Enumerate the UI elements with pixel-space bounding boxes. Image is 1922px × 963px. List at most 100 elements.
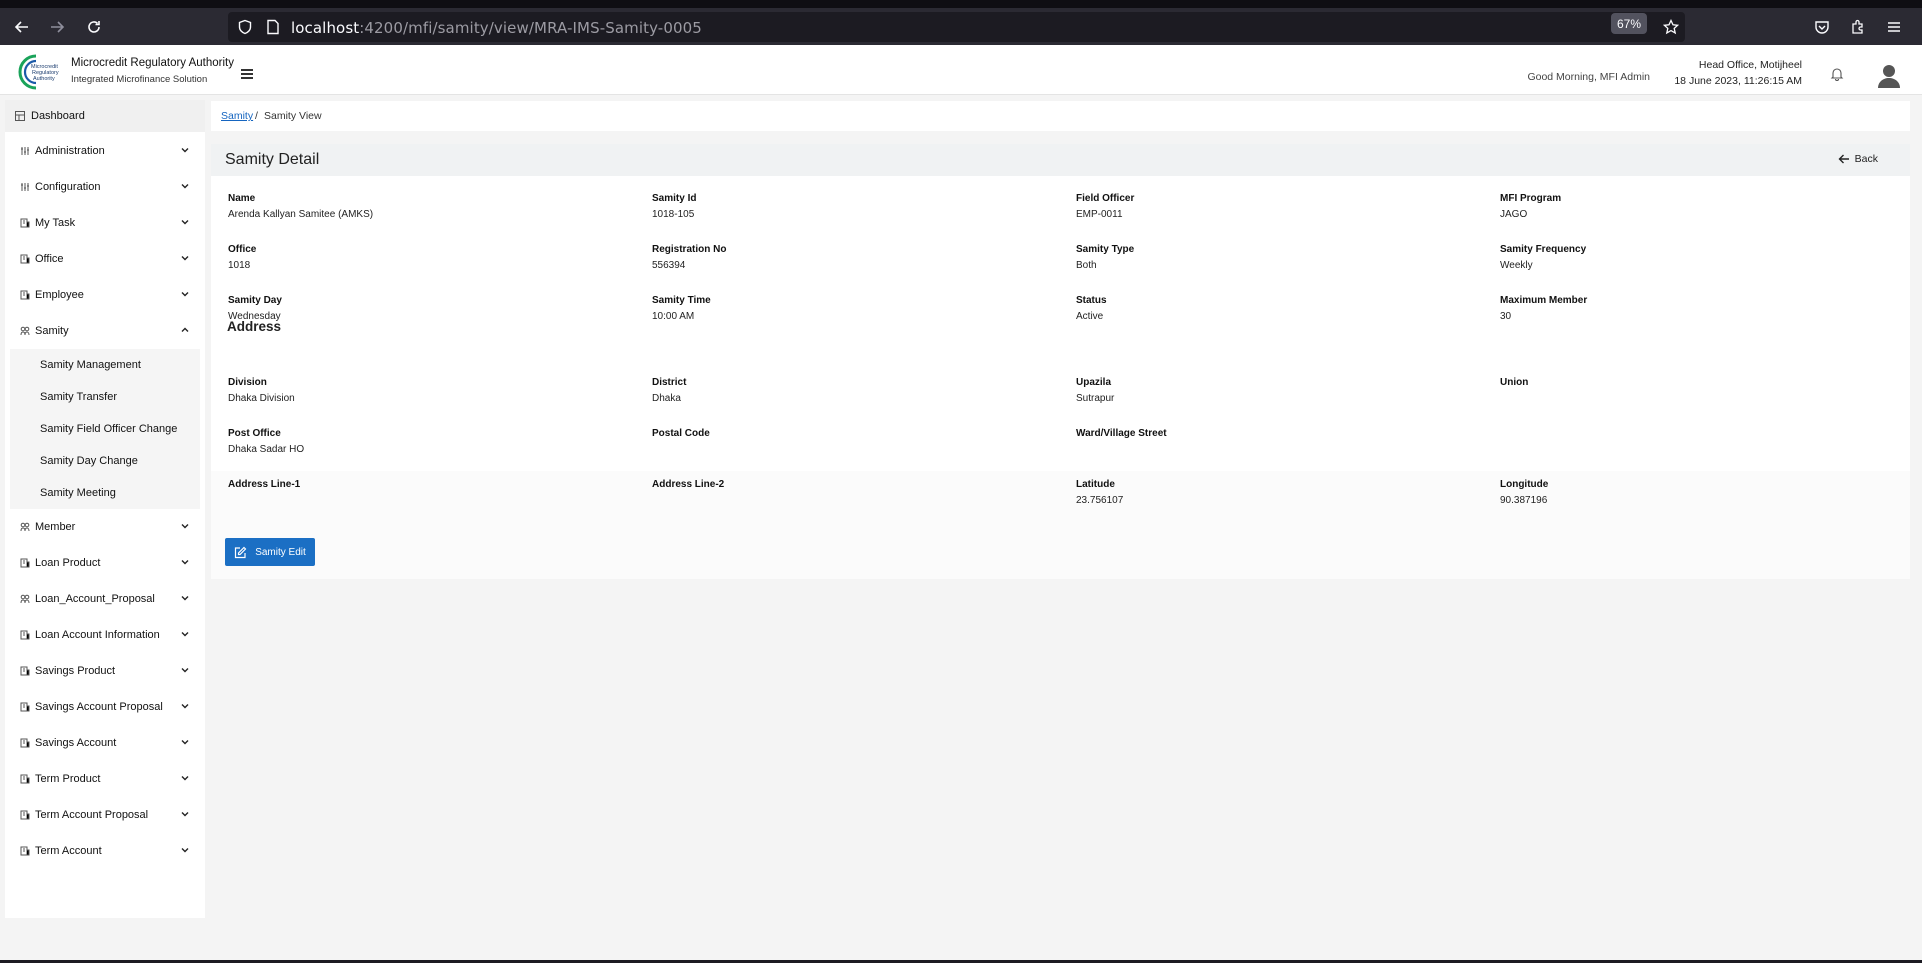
sidebar-item-term-account-proposal[interactable]: Term Account Proposal xyxy=(5,797,205,833)
field-ward-village-street: Ward/Village Street xyxy=(1076,428,1476,458)
field-value: EMP-0011 xyxy=(1076,209,1123,220)
user-avatar-icon[interactable] xyxy=(1876,62,1902,88)
extensions-icon[interactable] xyxy=(1845,14,1871,40)
pocket-icon[interactable] xyxy=(1809,14,1835,40)
building-icon xyxy=(20,254,30,264)
field-division: Division Dhaka Division xyxy=(228,377,628,407)
app-menu-icon[interactable] xyxy=(1881,14,1907,40)
field-maximum-member: Maximum Member 30 xyxy=(1500,295,1900,325)
org-subtitle: Integrated Microfinance Solution xyxy=(71,74,208,85)
field-label: Name xyxy=(228,193,256,204)
forward-arrow-icon[interactable] xyxy=(44,14,70,40)
chevron-down-icon xyxy=(181,560,189,565)
sidebar-item-label: Loan Product xyxy=(35,557,101,569)
sidebar-item-configuration[interactable]: Configuration xyxy=(5,169,205,205)
sidebar-item-term-product[interactable]: Term Product xyxy=(5,761,205,797)
field-value: 1018 xyxy=(228,260,251,271)
field-value xyxy=(228,495,628,509)
field-field-officer: Field Officer EMP-0011 xyxy=(1076,193,1476,223)
bookmark-star-icon[interactable] xyxy=(1658,14,1684,40)
back-button[interactable]: Back xyxy=(1838,153,1878,165)
field-value: 30 xyxy=(1500,311,1512,322)
breadcrumb-link-samity[interactable]: Samity xyxy=(221,110,253,122)
sidebar-item-loan-product[interactable]: Loan Product xyxy=(5,545,205,581)
field-label: Status xyxy=(1076,295,1107,306)
field-name: Name Arenda Kallyan Samitee (AMKS) xyxy=(228,193,628,223)
address-bar[interactable]: localhost:4200/mfi/samity/view/MRA-IMS-S… xyxy=(228,12,1685,42)
field-value: Both xyxy=(1076,260,1097,271)
field-label: Samity Type xyxy=(1076,244,1135,255)
samity-submenu: Samity Management Samity Transfer Samity… xyxy=(10,349,200,509)
back-arrow-icon[interactable] xyxy=(9,14,35,40)
sidebar-subitem-samity-meeting[interactable]: Samity Meeting xyxy=(10,477,200,509)
sidebar-item-savings-account[interactable]: Savings Account xyxy=(5,725,205,761)
chevron-up-icon xyxy=(181,327,189,332)
field-value: Arenda Kallyan Samitee (AMKS) xyxy=(228,209,374,220)
field-label: MFI Program xyxy=(1500,193,1562,204)
sidebar-item-samity[interactable]: Samity xyxy=(5,313,205,349)
notification-bell-icon[interactable] xyxy=(1830,67,1844,86)
sidebar-item-administration[interactable]: Administration xyxy=(5,133,205,169)
shield-icon[interactable] xyxy=(232,14,258,40)
org-name: Microcredit Regulatory Authority xyxy=(71,57,234,69)
field-value xyxy=(1076,444,1476,458)
building-icon xyxy=(20,630,30,640)
sidebar-subitem-samity-day-change[interactable]: Samity Day Change xyxy=(10,445,200,477)
field-value: Dhaka xyxy=(652,393,681,404)
field-label: Samity Time xyxy=(652,295,711,306)
samity-edit-button[interactable]: Samity Edit xyxy=(225,538,315,566)
sidebar-item-label: Dashboard xyxy=(31,110,85,122)
field-label: Postal Code xyxy=(652,428,710,439)
sidebar-item-loan-account-proposal[interactable]: Loan_Account_Proposal xyxy=(5,581,205,617)
group-icon xyxy=(20,522,30,532)
field-label: Office xyxy=(228,244,257,255)
sidebar-subitem-samity-field-officer-change[interactable]: Samity Field Officer Change xyxy=(10,413,200,445)
zoom-level-badge[interactable]: 67% xyxy=(1611,13,1647,34)
sidebar-item-savings-account-proposal[interactable]: Savings Account Proposal xyxy=(5,689,205,725)
url-text[interactable]: localhost:4200/mfi/samity/view/MRA-IMS-S… xyxy=(291,19,702,37)
chevron-down-icon xyxy=(181,292,189,297)
sidebar-item-employee[interactable]: Employee xyxy=(5,277,205,313)
field-label: Samity Frequency xyxy=(1500,244,1587,255)
sidebar-toggle-icon[interactable] xyxy=(241,69,253,79)
sidebar-item-label: Loan Account Information xyxy=(35,629,160,641)
sidebar-item-label: Term Account Proposal xyxy=(35,809,149,821)
field-label: Union xyxy=(1500,377,1529,388)
sidebar-item-office[interactable]: Office xyxy=(5,241,205,277)
sidebar-item-term-account[interactable]: Term Account xyxy=(5,833,205,869)
field-value xyxy=(652,495,1052,509)
field-value: 1018-105 xyxy=(652,209,695,220)
field-label: Longitude xyxy=(1500,479,1549,490)
field-value xyxy=(1500,393,1900,407)
sidebar-item-my-task[interactable]: My Task xyxy=(5,205,205,241)
sidebar-subitem-samity-management[interactable]: Samity Management xyxy=(10,349,200,381)
chevron-down-icon xyxy=(181,256,189,261)
greeting-text: Good Morning, MFI Admin xyxy=(1527,71,1650,83)
field-status: Status Active xyxy=(1076,295,1476,325)
sidebar: Dashboard Administration Configuration M… xyxy=(5,100,205,918)
breadcrumb: Samity / Samity View xyxy=(211,101,1910,131)
sidebar-item-member[interactable]: Member xyxy=(5,509,205,545)
sidebar-item-loan-account-information[interactable]: Loan Account Information xyxy=(5,617,205,653)
field-longitude: Longitude 90.387196 xyxy=(1500,479,1900,509)
field-label: Division xyxy=(228,377,267,388)
page-viewport: Microcredit Regulatory Authority Microcr… xyxy=(0,45,1922,963)
building-icon xyxy=(20,738,30,748)
field-label: Latitude xyxy=(1076,479,1115,490)
sidebar-item-dashboard[interactable]: Dashboard xyxy=(5,100,205,132)
field-label: Samity Id xyxy=(652,193,697,204)
sidebar-item-savings-product[interactable]: Savings Product xyxy=(5,653,205,689)
dashboard-icon xyxy=(15,111,25,121)
field-postal-code: Postal Code xyxy=(652,428,1052,458)
chevron-down-icon xyxy=(181,704,189,709)
reload-icon[interactable] xyxy=(81,14,107,40)
sidebar-item-label: Loan_Account_Proposal xyxy=(35,593,155,605)
sidebar-item-label: Term Product xyxy=(35,773,101,785)
sidebar-item-label: Configuration xyxy=(35,181,101,193)
field-post-office: Post Office Dhaka Sadar HO xyxy=(228,428,628,458)
sidebar-item-label: Administration xyxy=(35,145,105,157)
field-address-line-2: Address Line-2 xyxy=(652,479,1052,509)
browser-toolbar: localhost:4200/mfi/samity/view/MRA-IMS-S… xyxy=(0,8,1922,45)
browser-top-strip xyxy=(0,0,1922,8)
sidebar-subitem-samity-transfer[interactable]: Samity Transfer xyxy=(10,381,200,413)
